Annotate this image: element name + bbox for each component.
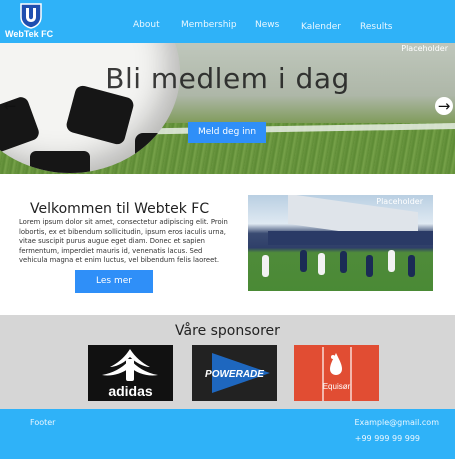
- powerade-logo-icon: POWERADE: [205, 353, 270, 393]
- welcome-text: Lorem ipsum dolor sit amet, consectetur …: [19, 218, 228, 264]
- hero-placeholder-label: Placeholder: [401, 44, 448, 53]
- footer: Footer Example@gmail.com +99 999 99 999: [0, 409, 455, 459]
- carousel-next-button[interactable]: →: [435, 97, 453, 115]
- brand-name: WebTek FC: [5, 29, 54, 39]
- svg-text:POWERADE: POWERADE: [205, 369, 264, 380]
- sponsor-adidas[interactable]: adidas: [88, 345, 173, 401]
- sponsors-section: Våre sponsorer adidas POWERADE Equisør: [0, 315, 455, 409]
- join-button[interactable]: Meld deg inn: [188, 122, 266, 143]
- carousel-prev-button[interactable]: ←: [1, 97, 19, 115]
- welcome-title: Velkommen til Webtek FC: [30, 201, 210, 217]
- equisor-logo-icon: Equisør: [322, 347, 352, 401]
- welcome-section: Velkommen til Webtek FC Lorem ipsum dolo…: [0, 174, 455, 315]
- image-placeholder-label: Placeholder: [376, 197, 423, 206]
- nav-link-kalender[interactable]: Kalender: [301, 22, 341, 32]
- footer-email[interactable]: Example@gmail.com: [354, 418, 439, 427]
- sponsor-equisor[interactable]: Equisør: [294, 345, 379, 401]
- nav-link-news[interactable]: News: [255, 20, 279, 30]
- hero-carousel: Placeholder Bli medlem i dag Meld deg in…: [0, 43, 455, 174]
- sponsor-powerade[interactable]: POWERADE: [192, 345, 277, 401]
- adidas-logo-icon: adidas: [102, 349, 158, 399]
- shield-icon: [20, 3, 42, 29]
- footer-label: Footer: [30, 418, 56, 427]
- arrow-right-icon: →: [437, 97, 451, 115]
- nav-link-about[interactable]: About: [133, 20, 160, 30]
- footer-phone[interactable]: +99 999 99 999: [355, 434, 420, 443]
- arrow-left-icon: ←: [3, 97, 17, 115]
- read-more-button[interactable]: Les mer: [75, 270, 153, 293]
- nav-link-membership[interactable]: Membership: [181, 20, 237, 30]
- team-match-image: Placeholder: [248, 195, 433, 291]
- nav-link-results[interactable]: Results: [360, 22, 393, 32]
- hero-title: Bli medlem i dag: [105, 62, 350, 95]
- sponsors-title: Våre sponsorer: [175, 323, 280, 339]
- svg-text:Equisør: Equisør: [323, 382, 351, 391]
- navbar: WebTek FC About Membership News Kalender…: [0, 0, 455, 43]
- svg-text:adidas: adidas: [108, 383, 153, 399]
